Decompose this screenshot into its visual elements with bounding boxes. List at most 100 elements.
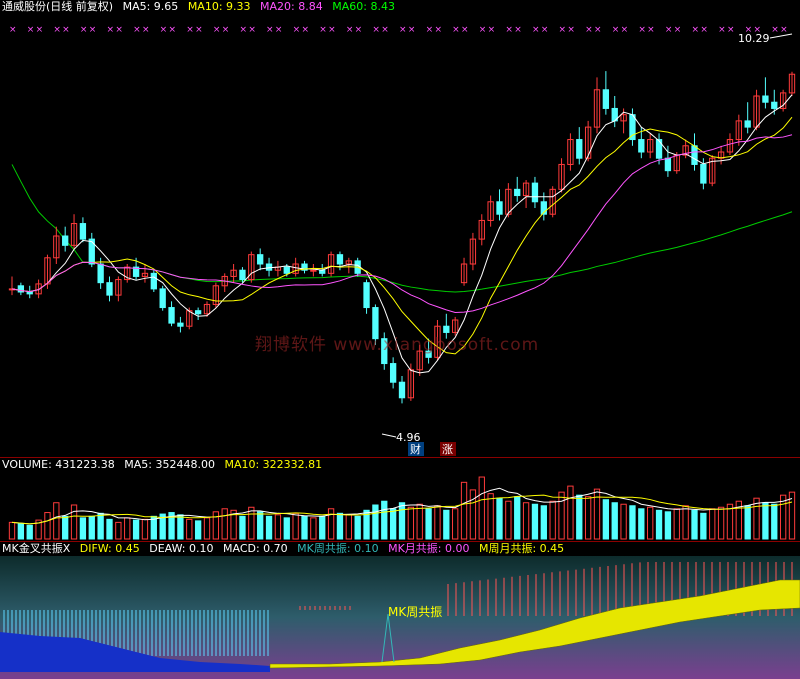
signal-marker: ×: [567, 25, 575, 35]
volume-bar: [717, 506, 725, 540]
signal-marker: ×: [621, 25, 629, 35]
down-candle: [177, 322, 184, 327]
indicator-name: MK金叉共振X: [2, 542, 71, 555]
down-candle: [62, 235, 69, 246]
volume-bar: [345, 514, 352, 540]
down-candle: [257, 254, 264, 265]
volume-bar: [44, 512, 51, 540]
signal-marker: ×: [115, 25, 123, 35]
indicator-panel-header: MK金叉共振X DIFW: 0.45 DEAW: 0.10 MACD: 0.70…: [2, 542, 570, 556]
volume-bar: [407, 506, 415, 540]
volume-bar: [381, 500, 388, 540]
signal-marker: ×: [169, 25, 177, 35]
volume-bar: [531, 503, 539, 540]
ma10-line: [11, 116, 793, 355]
signal-marker: ×: [89, 25, 97, 35]
signal-marker: ×: [727, 25, 735, 35]
volume-bar: [292, 512, 299, 540]
volume-panel-header: VOLUME: 431223.38 MA5: 352448.00 MA10: 3…: [2, 458, 328, 472]
mk-month-value: MK月共振: 0.00: [388, 542, 470, 555]
mk-week-label: MK周共振: [388, 605, 442, 619]
volume-bar: [336, 512, 344, 540]
signal-marker-row: × × × × × × × × × × × × × × × × × × × × × × × × × × × × × × × × × × × × × × × ×…: [9, 25, 788, 35]
macd-value: MACD: 0.70: [223, 542, 288, 555]
down-candle: [26, 291, 33, 295]
down-candle: [576, 139, 583, 159]
down-candle: [97, 263, 104, 284]
volume-bar: [558, 491, 565, 540]
down-candle: [389, 363, 397, 383]
signal-marker: ×: [585, 25, 593, 35]
down-candle: [514, 188, 521, 197]
volume-bar: [611, 502, 618, 540]
down-candle: [531, 182, 539, 203]
signal-marker: ×: [9, 25, 17, 35]
signal-marker: ×: [355, 25, 363, 35]
volume-bar: [8, 521, 16, 540]
signal-marker: ×: [213, 25, 221, 35]
down-candle: [762, 95, 769, 103]
volume-bar: [398, 502, 406, 540]
volume-bar: [115, 521, 122, 540]
volume-bar: [203, 517, 211, 540]
volume-bar: [70, 504, 78, 540]
volume-ma10-value: MA10: 322332.81: [224, 458, 323, 471]
signal-marker: ×: [479, 25, 487, 35]
cai-marker: 财: [410, 442, 421, 456]
volume-bar: [682, 505, 689, 540]
signal-marker: ×: [434, 25, 442, 35]
mk-week-value: MK周共振: 0.10: [297, 542, 379, 555]
signal-marker: ×: [452, 25, 460, 35]
volume-bar: [79, 517, 87, 540]
signal-marker: ×: [372, 25, 380, 35]
volume-ma5-value: MA5: 352448.00: [124, 458, 215, 471]
down-candle: [363, 282, 370, 309]
volume-value: VOLUME: 431223.38: [2, 458, 115, 471]
down-candle: [106, 282, 113, 296]
volume-bar: [88, 515, 95, 540]
volume-bar: [186, 518, 193, 540]
signal-marker: ×: [160, 25, 168, 35]
volume-bar: [425, 508, 432, 540]
down-candle: [239, 269, 246, 281]
signal-marker: ×: [248, 25, 256, 35]
signal-marker: ×: [505, 25, 513, 35]
volume-bar: [726, 503, 734, 540]
volume-bar: [221, 508, 228, 540]
signal-marker: ×: [53, 25, 61, 35]
volume-bar: [549, 500, 556, 540]
down-candle: [398, 381, 406, 399]
volume-bar: [239, 515, 246, 540]
down-candle: [336, 254, 344, 265]
signal-marker: ×: [612, 25, 620, 35]
volume-bar: [576, 494, 583, 540]
signal-marker: ×: [346, 25, 354, 35]
up-candle: [310, 269, 317, 272]
signal-marker: ×: [488, 25, 496, 35]
down-candle: [159, 288, 166, 309]
volume-bar: [416, 503, 423, 540]
volume-bar: [629, 505, 636, 540]
signal-marker: ×: [328, 25, 336, 35]
volume-bar: [372, 504, 379, 540]
volume-bar: [62, 515, 69, 540]
volume-bar: [443, 509, 450, 540]
signal-marker: ×: [408, 25, 416, 35]
volume-bar: [664, 511, 672, 540]
signal-marker: ×: [692, 25, 700, 35]
signal-marker: ×: [275, 25, 283, 35]
signal-marker: ×: [36, 25, 44, 35]
signal-marker: ×: [27, 25, 35, 35]
volume-bar: [212, 511, 220, 540]
volume-bar: [97, 512, 104, 540]
signal-marker: ×: [399, 25, 407, 35]
candlestick-chart: × × × × × × × × × × × × × × × × × × × × × × × × × × × × × × × × × × × × × × × ×…: [8, 25, 796, 456]
signal-marker: ×: [594, 25, 602, 35]
down-candle: [664, 157, 672, 172]
volume-bar: [53, 502, 60, 540]
signal-marker: ×: [195, 25, 203, 35]
volume-bar: [496, 497, 503, 540]
signal-marker: ×: [186, 25, 194, 35]
volume-bar: [487, 493, 494, 540]
volume-bar: [124, 517, 131, 540]
